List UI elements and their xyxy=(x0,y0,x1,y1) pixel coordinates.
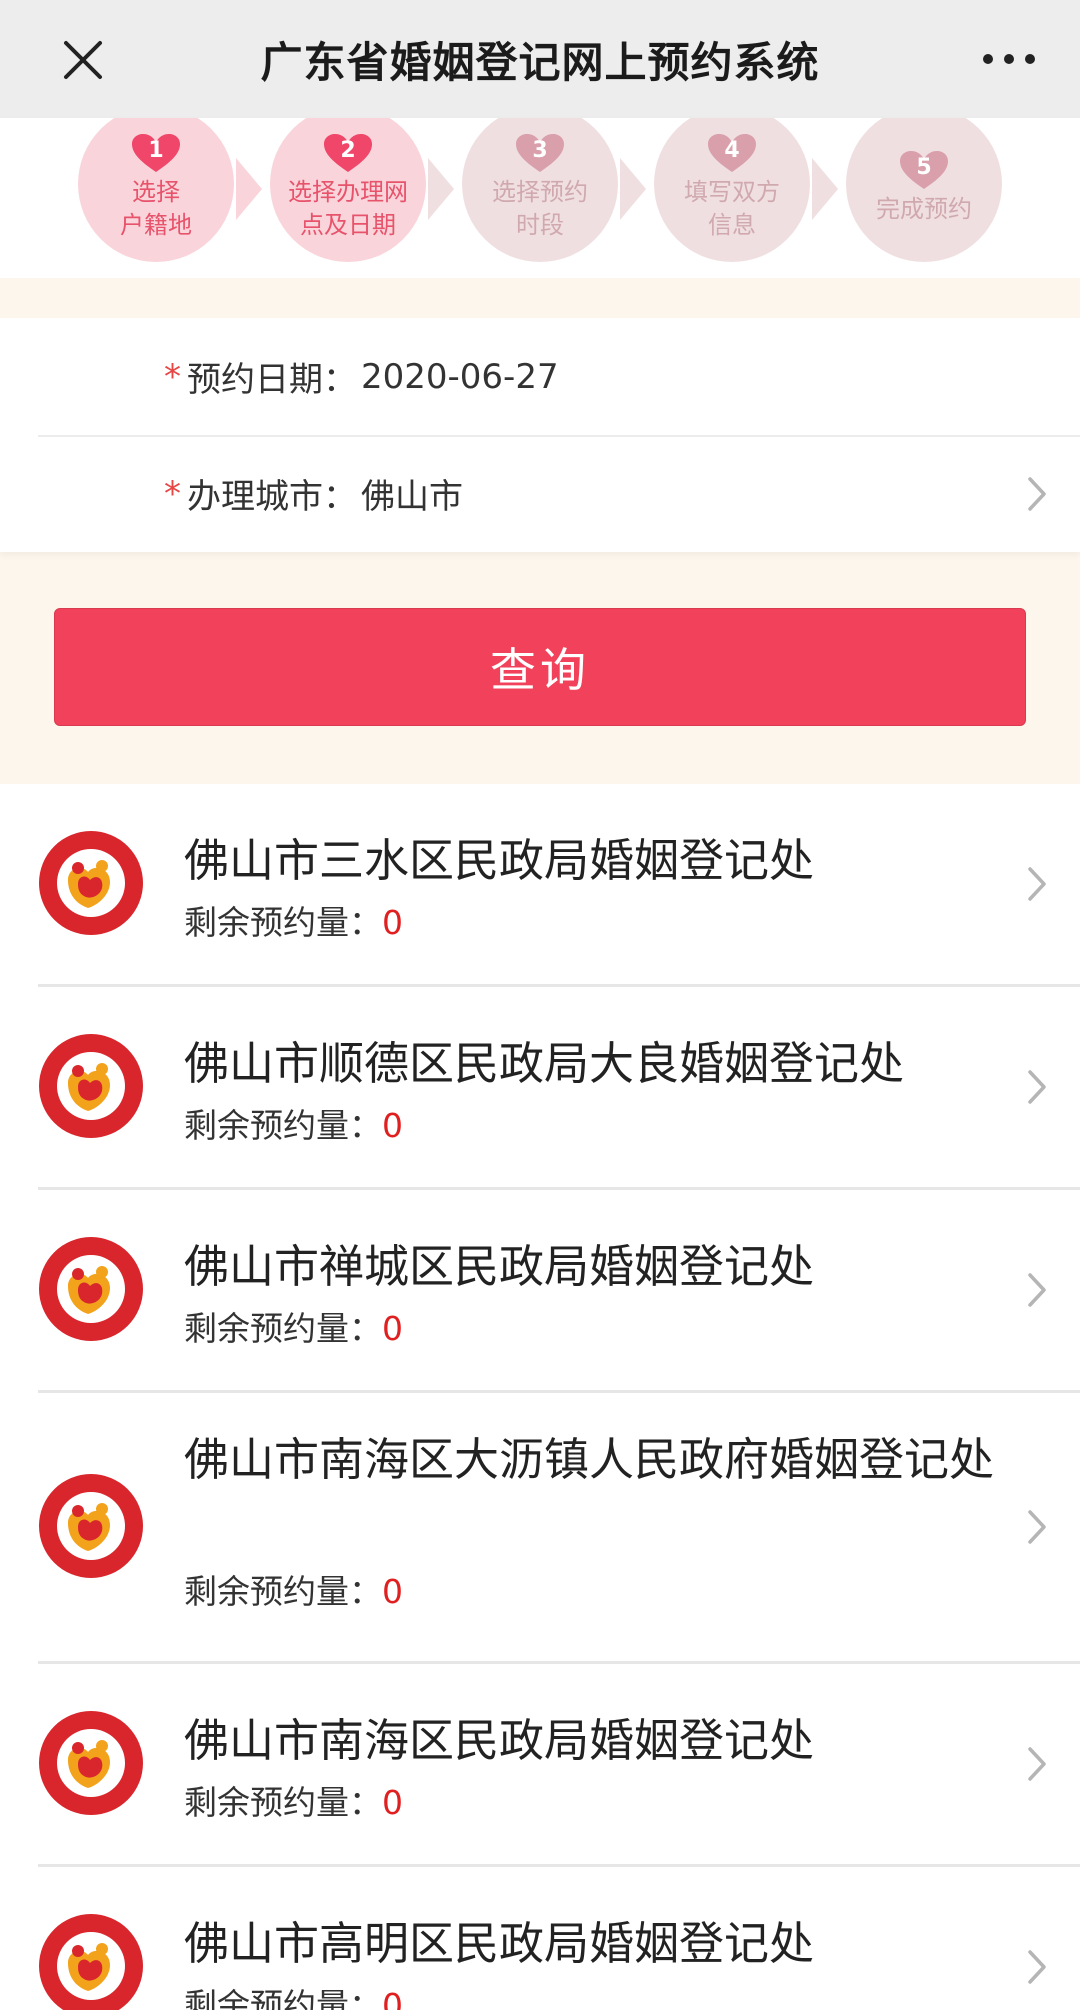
office-name: 佛山市禅城区民政局婚姻登记处 xyxy=(184,1240,815,1293)
step-2: 2 选择办理网 点及日期 xyxy=(270,118,426,262)
heart-icon: 5 xyxy=(900,150,948,191)
list-item[interactable]: 佛山市禅城区民政局婚姻登记处 剩余预约量：0 xyxy=(0,1190,1080,1393)
step-arrow-icon xyxy=(620,158,646,220)
query-button[interactable]: 查询 xyxy=(54,608,1026,726)
close-icon[interactable] xyxy=(50,27,116,93)
quota-label: 剩余预约量： xyxy=(184,1572,382,1611)
step-label: 填写双方 信息 xyxy=(684,178,780,239)
page-title: 广东省婚姻登记网上预约系统 xyxy=(260,37,820,87)
step-label: 选择预约 时段 xyxy=(492,178,588,239)
quota-label: 剩余预约量： xyxy=(184,1783,382,1822)
quota-number: 0 xyxy=(382,1986,403,2010)
step-4: 4 填写双方 信息 xyxy=(654,118,810,262)
step-arrow-icon xyxy=(812,158,838,220)
step-3: 3 选择预约 时段 xyxy=(462,118,618,262)
quota-label: 剩余预约量： xyxy=(184,1309,382,1348)
search-form: * 预约日期： 2020-06-27 * 办理城市： 佛山市 xyxy=(0,318,1080,552)
chevron-right-icon xyxy=(1028,1273,1046,1307)
quota-text: 剩余预约量：0 xyxy=(184,1099,403,1147)
step-number: 2 xyxy=(340,138,356,163)
quota-text: 剩余预约量：0 xyxy=(184,896,403,944)
list-item[interactable]: 佛山市三水区民政局婚姻登记处 剩余预约量：0 xyxy=(0,784,1080,987)
quota-text: 剩余预约量：0 xyxy=(184,1565,403,1613)
quota-number: 0 xyxy=(382,1309,403,1348)
office-name: 佛山市南海区民政局婚姻登记处 xyxy=(184,1714,815,1767)
step-progress: 1 选择 户籍地 2 选择办理网 点及日期 3 选择预约 时段 4 填写双方 信… xyxy=(0,118,1080,278)
city-label: 办理城市： xyxy=(187,477,357,517)
quota-number: 0 xyxy=(382,1106,403,1145)
nav-bar: 广东省婚姻登记网上预约系统 xyxy=(0,0,1080,118)
step-number: 4 xyxy=(724,138,740,163)
marriage-registration-logo-icon xyxy=(39,831,143,935)
heart-icon: 4 xyxy=(708,134,756,174)
heart-icon: 3 xyxy=(516,134,564,174)
marriage-registration-logo-icon xyxy=(39,1237,143,1341)
step-number: 1 xyxy=(148,138,164,163)
date-field[interactable]: * 预约日期： 2020-06-27 xyxy=(0,318,1080,435)
office-name: 佛山市南海区大沥镇人民政府婚姻登记处 xyxy=(184,1433,995,1486)
date-value: 2020-06-27 xyxy=(361,356,559,397)
list-item[interactable]: 佛山市南海区民政局婚姻登记处 剩余预约量：0 xyxy=(0,1664,1080,1867)
quota-label: 剩余预约量： xyxy=(184,1986,382,2010)
more-icon[interactable] xyxy=(974,37,1044,81)
step-number: 5 xyxy=(916,154,932,180)
office-name: 佛山市顺德区民政局大良婚姻登记处 xyxy=(184,1037,905,1090)
quota-number: 0 xyxy=(382,1783,403,1822)
chevron-right-icon xyxy=(1028,867,1046,901)
quota-label: 剩余预约量： xyxy=(184,1106,382,1145)
required-mark: * xyxy=(164,356,181,397)
chevron-right-icon xyxy=(1028,1510,1046,1544)
city-field[interactable]: * 办理城市： 佛山市 xyxy=(0,435,1080,552)
list-item[interactable]: 佛山市顺德区民政局大良婚姻登记处 剩余预约量：0 xyxy=(0,987,1080,1190)
chevron-right-icon xyxy=(1028,477,1046,511)
step-arrow-icon xyxy=(428,158,454,220)
step-label: 完成预约 xyxy=(876,194,972,223)
chevron-right-icon xyxy=(1028,1950,1046,1984)
required-mark: * xyxy=(164,473,181,514)
step-1: 1 选择 户籍地 xyxy=(78,118,234,262)
step-number: 3 xyxy=(532,138,548,163)
marriage-registration-logo-icon xyxy=(39,1914,143,2010)
office-name: 佛山市三水区民政局婚姻登记处 xyxy=(184,834,815,887)
marriage-registration-logo-icon xyxy=(39,1474,143,1578)
quota-label: 剩余预约量： xyxy=(184,903,382,942)
step-5: 5 完成预约 xyxy=(846,118,1002,262)
marriage-registration-logo-icon xyxy=(39,1711,143,1815)
quota-number: 0 xyxy=(382,903,403,942)
quota-number: 0 xyxy=(382,1572,403,1611)
office-name: 佛山市高明区民政局婚姻登记处 xyxy=(184,1917,815,1970)
heart-icon: 2 xyxy=(324,134,372,174)
city-value: 佛山市 xyxy=(361,477,463,517)
quota-text: 剩余预约量：0 xyxy=(184,1302,403,1350)
date-label: 预约日期： xyxy=(187,360,357,400)
list-item[interactable]: 佛山市南海区大沥镇人民政府婚姻登记处 剩余预约量：0 xyxy=(0,1393,1080,1664)
quota-text: 剩余预约量：0 xyxy=(184,1979,403,2010)
marriage-registration-logo-icon xyxy=(39,1034,143,1138)
step-arrow-icon xyxy=(236,158,262,220)
quota-text: 剩余预约量：0 xyxy=(184,1776,403,1824)
step-label: 选择办理网 点及日期 xyxy=(288,178,408,239)
step-label: 选择 户籍地 xyxy=(120,178,192,239)
heart-icon: 1 xyxy=(132,134,180,174)
list-item[interactable]: 佛山市高明区民政局婚姻登记处 剩余预约量：0 xyxy=(0,1867,1080,2010)
chevron-right-icon xyxy=(1028,1070,1046,1104)
chevron-right-icon xyxy=(1028,1747,1046,1781)
